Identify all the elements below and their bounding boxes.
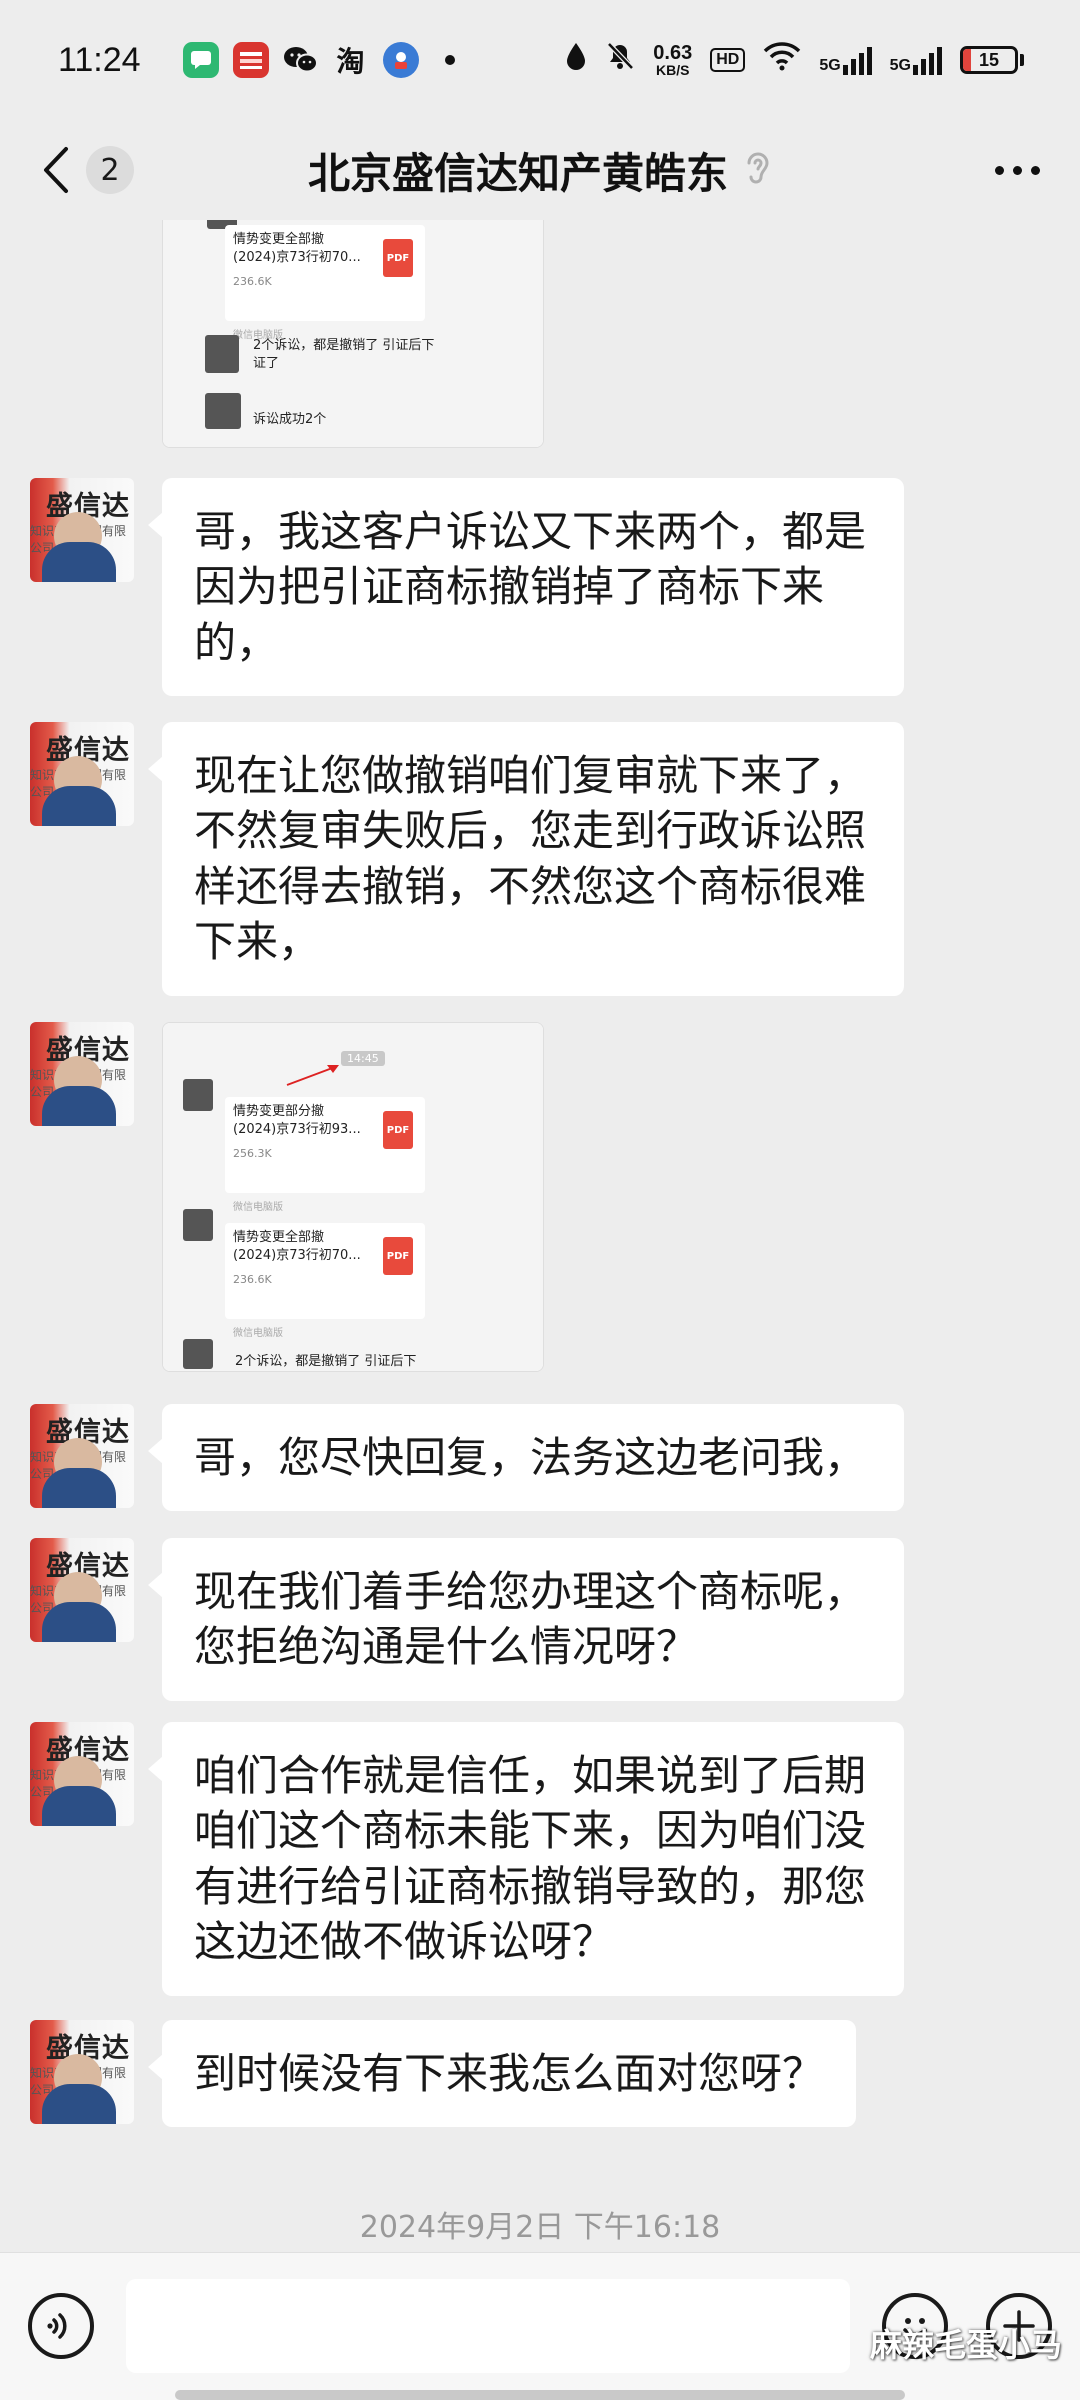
battery-level: 15 <box>978 49 1000 70</box>
file-name: 情势变更全部撤 (2024)京73行初70... <box>233 1230 361 1263</box>
ear-icon <box>744 148 772 192</box>
blue-app-icon <box>382 42 419 78</box>
file-name: 情势变更部分撤 (2024)京73行初93... <box>233 1104 361 1137</box>
signal-2-bars <box>913 45 942 75</box>
signal-1: 5G <box>819 45 872 75</box>
status-bar: 11:24 淘 0.63 KB/S HD 5G 5G 15 <box>0 0 1080 120</box>
avatar[interactable]: 盛信达 知识产权代理有限公司 <box>30 1538 134 1642</box>
pdf-icon: PDF <box>383 1111 413 1149</box>
message-input[interactable] <box>126 2279 850 2373</box>
signal-1-bars <box>842 45 872 75</box>
text-message[interactable]: 哥，您尽快回复，法务这边老问我， <box>148 1404 904 1512</box>
battery-icon: 15 <box>960 46 1018 74</box>
image-thumb <box>183 1339 213 1369</box>
taobao-icon: 淘 <box>336 45 365 78</box>
battery-tip <box>1020 54 1024 66</box>
text-message[interactable]: 现在让您做撤销咱们复审就下来了，不然复审失败后，您走到行政诉讼照样还得去撤销，不… <box>148 722 904 996</box>
image-thumb <box>183 1079 213 1111</box>
network-speed-value: 0.63 <box>653 42 693 64</box>
image-time-chip: 14:45 <box>341 1051 385 1066</box>
file-card: 情势变更部分撤 (2024)京73行初93... 256.3K 微信电脑版 PD… <box>225 1097 425 1213</box>
image-thumb <box>183 1209 213 1241</box>
watermark-text: 麻辣毛蛋小马 <box>869 2326 1062 2364</box>
file-source: 微信电脑版 <box>233 1328 283 1339</box>
wechat-icon <box>283 42 319 78</box>
system-icons: 0.63 KB/S HD 5G 5G 15 <box>565 41 1024 79</box>
arrow-annotation <box>286 1065 339 1086</box>
text-message[interactable]: 现在我们着手给您办理这个商标呢，您拒绝沟通是什么情况呀？ <box>148 1538 904 1701</box>
back-icon[interactable] <box>36 140 76 200</box>
voice-icon[interactable] <box>28 2293 94 2359</box>
avatar[interactable]: 盛信达 知识产权代理有限公司 <box>30 722 134 826</box>
file-size: 236.6K <box>233 1273 272 1286</box>
wifi-icon <box>763 41 801 79</box>
messages-icon <box>182 42 219 78</box>
status-time: 11:24 <box>58 40 141 79</box>
chat-title-wrap: 北京盛信达知产黄皓东 <box>0 120 1080 220</box>
avatar[interactable]: 盛信达 知识产权代理有限公司 <box>30 1404 134 1508</box>
home-indicator[interactable] <box>175 2390 905 2400</box>
pdf-icon: PDF <box>383 1237 413 1275</box>
avatar[interactable]: 盛信达 知识产权代理有限公司 <box>30 478 134 582</box>
image-thumb <box>205 335 239 373</box>
file-card: 情势变更全部撤 (2024)京73行初70... 236.6K 微信电脑版 PD… <box>225 225 425 341</box>
image-message[interactable]: 14:45 情势变更部分撤 (2024)京73行初93... 256.3K 微信… <box>162 1022 544 1372</box>
image-thumb <box>205 393 241 429</box>
image-message[interactable]: 情势变更全部撤 (2024)京73行初70... 236.6K 微信电脑版 PD… <box>162 220 544 448</box>
text-message[interactable]: 咱们合作就是信任，如果说到了后期咱们这个商标未能下来，因为咱们没有进行给引证商标… <box>148 1722 904 1996</box>
hd-voice-badge: HD <box>710 48 746 72</box>
avatar[interactable]: 盛信达 知识产权代理有限公司 <box>30 2020 134 2124</box>
file-size: 256.3K <box>233 1147 272 1160</box>
chat-title[interactable]: 北京盛信达知产黄皓东 <box>308 140 728 201</box>
file-card: 情势变更全部撤 (2024)京73行初70... 236.6K 微信电脑版 PD… <box>225 1223 425 1339</box>
red-app-icon <box>232 42 269 78</box>
text-message[interactable]: 哥，我这客户诉讼又下来两个，都是因为把引证商标撤销掉了商标下来的， <box>148 478 904 697</box>
more-notifications-dot <box>444 55 455 65</box>
unread-count-badge[interactable]: 2 <box>86 146 134 194</box>
file-source: 微信电脑版 <box>233 1202 283 1213</box>
pdf-icon: PDF <box>383 239 413 277</box>
text-message[interactable]: 到时候没有下来我怎么面对您呀？ <box>147 2020 857 2128</box>
image-inner-text: 诉讼成功2个 <box>253 412 327 427</box>
notification-icons: 淘 <box>182 42 455 78</box>
battery-fill <box>963 49 971 71</box>
signal-2: 5G <box>890 45 942 75</box>
signal-2-label: 5G <box>889 57 911 74</box>
avatar[interactable]: 盛信达 知识产权代理有限公司 <box>30 1722 134 1826</box>
mute-icon <box>605 41 635 79</box>
image-inner-text: 2个诉讼，都是撤销了 引证后下证了 <box>253 338 435 371</box>
more-icon[interactable] <box>991 146 1044 195</box>
avatar[interactable]: 盛信达 知识产权代理有限公司 <box>30 1022 134 1126</box>
image-inner-text: 2个诉讼，都是撤销了 引证后下 <box>235 1354 417 1369</box>
file-size: 236.6K <box>233 275 272 288</box>
signal-1-label: 5G <box>819 57 841 74</box>
chat-timestamp: 2024年9月2日 下午16:18 <box>359 2210 721 2245</box>
file-name: 情势变更全部撤 (2024)京73行初70... <box>233 232 361 265</box>
network-speed: 0.63 KB/S <box>653 43 692 77</box>
network-speed-unit: KB/S <box>656 62 690 78</box>
data-saver-icon <box>565 41 587 79</box>
chat-area[interactable]: 情势变更全部撤 (2024)京73行初70... 236.6K 微信电脑版 PD… <box>0 220 1080 2250</box>
chat-header: 2 北京盛信达知产黄皓东 <box>0 120 1080 220</box>
